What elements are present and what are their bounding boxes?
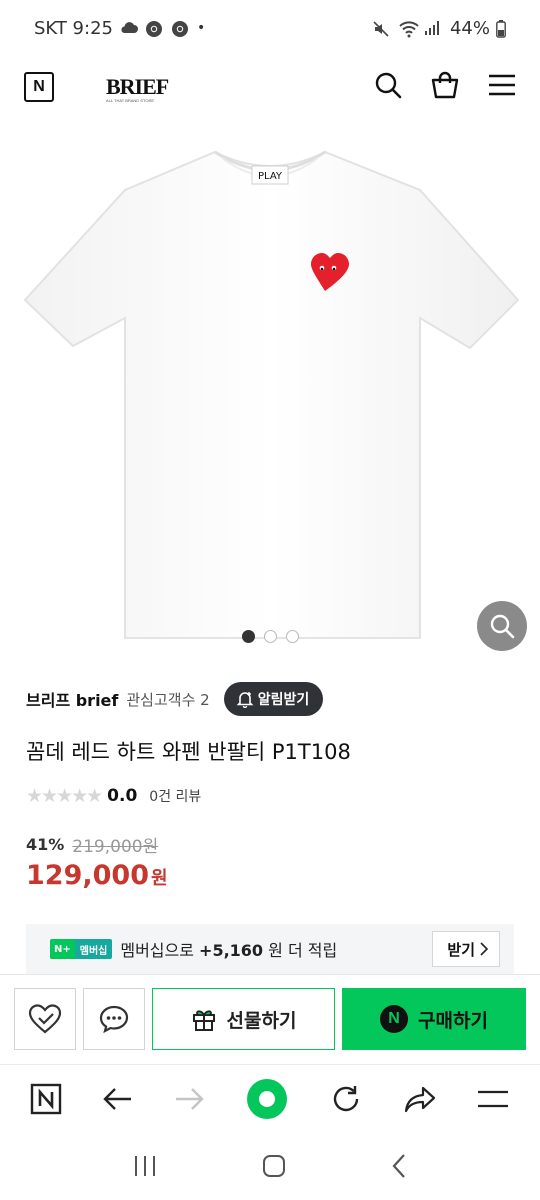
- bell-plus-icon: [236, 692, 254, 708]
- refresh-icon[interactable]: [330, 1083, 362, 1119]
- wifi-icon: [398, 20, 419, 38]
- gift-label: 선물하기: [226, 1009, 297, 1032]
- battery-icon: [496, 20, 508, 38]
- battery-text: 44%: [449, 17, 490, 39]
- talk-button[interactable]: [83, 988, 145, 1050]
- chrome-icon: [145, 20, 165, 37]
- naver-logo-button[interactable]: N: [24, 72, 54, 102]
- naver-plus-badge: N+ 멤버십: [50, 939, 113, 959]
- rating-score: 0.0: [107, 786, 138, 806]
- fan-count: 관심고객수 2: [126, 690, 210, 709]
- naver-n-icon: N: [380, 1005, 409, 1033]
- price-unit: 원: [150, 868, 168, 889]
- gift-button[interactable]: 선물하기: [152, 988, 335, 1050]
- chevron-right-icon: [480, 942, 489, 956]
- wishlist-button[interactable]: [14, 988, 76, 1050]
- store-logo-text: BRIEF: [106, 74, 169, 99]
- carousel-dot[interactable]: [285, 630, 299, 643]
- back-arrow-icon[interactable]: [103, 1087, 133, 1115]
- naver-home-icon[interactable]: [30, 1083, 62, 1119]
- dot-icon: •: [196, 20, 206, 36]
- sale-price: 129,000: [26, 860, 149, 891]
- store-logo-tagline: ALL THAT BRAND STORE: [106, 98, 155, 103]
- menu-icon[interactable]: [488, 73, 516, 101]
- review-count[interactable]: 0건 리뷰: [149, 786, 201, 806]
- star-rating-icon: ★★★★★: [26, 785, 103, 807]
- buy-label: 구매하기: [418, 1009, 488, 1032]
- carousel-dot[interactable]: [263, 630, 277, 643]
- cloud-icon: [119, 20, 139, 36]
- heart-check-icon: [28, 1004, 62, 1034]
- menu-icon[interactable]: [477, 1089, 509, 1113]
- browser-toolbar: [0, 1064, 540, 1136]
- gift-icon: [192, 1010, 215, 1031]
- recent-apps-icon[interactable]: [133, 1155, 157, 1181]
- share-icon[interactable]: [403, 1085, 437, 1117]
- carrier-time: SKT 9:25: [34, 17, 113, 39]
- membership-text-prefix: 멤버십으로: [120, 941, 200, 960]
- store-name[interactable]: 브리프 brief: [26, 687, 118, 711]
- carousel-indicator: [0, 630, 540, 643]
- receive-label: 받기: [447, 940, 475, 959]
- search-icon[interactable]: [374, 71, 402, 103]
- alarm-label: 알림받기: [257, 692, 310, 708]
- system-nav-bar: [0, 1136, 540, 1200]
- receive-button[interactable]: 받기: [432, 931, 500, 967]
- membership-text-suffix: 원 더 적립: [263, 941, 338, 960]
- product-image-carousel[interactable]: PLAY: [0, 118, 540, 656]
- signal-icon: [424, 20, 444, 36]
- carousel-dot[interactable]: [241, 630, 255, 643]
- membership-badge-label: 멤버십: [74, 939, 113, 959]
- play-label: PLAY: [258, 171, 283, 182]
- tshirt-image: PLAY: [23, 150, 520, 639]
- app-header: N BRIEF ALL THAT BRAND STORE: [0, 56, 540, 118]
- price-original-row: 41% 219,000원: [26, 832, 158, 857]
- membership-banner: N+ 멤버십 멤버십으로 +5,160 원 더 적립 받기: [26, 924, 514, 974]
- sale-price-row: 129,000 원: [26, 860, 168, 891]
- store-info: 브리프 brief 관심고객수 2 알림받기: [26, 682, 324, 716]
- product-title: 꼼데 레드 하트 와펜 반팔티 P1T108: [26, 740, 351, 764]
- home-icon[interactable]: [262, 1154, 286, 1182]
- membership-points: +5,160: [199, 941, 264, 960]
- rating[interactable]: ★★★★★ 0.0 0건 리뷰: [26, 784, 201, 808]
- original-price: 219,000원: [72, 837, 159, 857]
- alarm-button[interactable]: 알림받기: [223, 682, 324, 716]
- store-logo[interactable]: BRIEF ALL THAT BRAND STORE: [106, 74, 169, 103]
- status-bar: SKT 9:25 • 44%: [0, 0, 540, 56]
- chrome-icon: [171, 20, 191, 37]
- green-dot-home-icon[interactable]: [245, 1077, 289, 1125]
- cart-icon[interactable]: [430, 71, 460, 103]
- zoom-button[interactable]: [477, 601, 527, 651]
- membership-text: 멤버십으로 +5,160 원 더 적립: [120, 937, 337, 961]
- naver-logo-letter: N: [33, 78, 45, 95]
- buy-button[interactable]: N 구매하기: [342, 988, 526, 1050]
- forward-arrow-icon[interactable]: [174, 1087, 204, 1115]
- purchase-action-bar: 선물하기 N 구매하기: [0, 974, 540, 1064]
- back-icon[interactable]: [391, 1153, 407, 1183]
- mute-icon: [372, 20, 392, 37]
- discount-rate: 41%: [26, 835, 65, 854]
- naver-plus-mark: N+: [50, 939, 75, 959]
- chat-bubble-icon: [99, 1005, 129, 1034]
